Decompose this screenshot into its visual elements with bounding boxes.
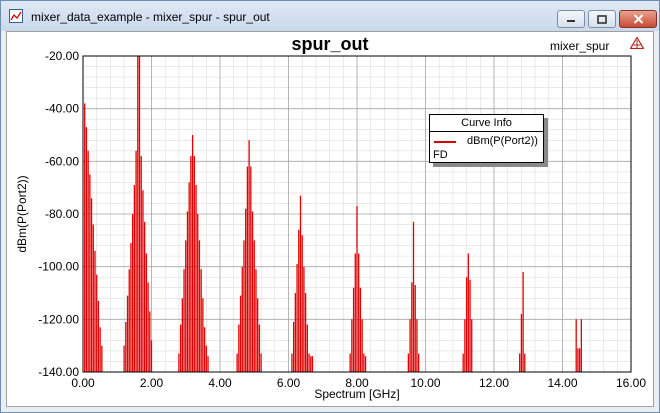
x-tick-label: 6.00: [277, 376, 301, 390]
x-axis-label: Spectrum [GHz]: [314, 387, 399, 401]
x-tick-label: 4.00: [208, 376, 232, 390]
legend-title: Curve Info: [430, 115, 543, 132]
x-tick-label: 2.00: [140, 376, 164, 390]
legend[interactable]: Curve Info dBm(P(Port2)) FD: [429, 114, 544, 163]
y-tick-label: -140.00: [38, 365, 79, 379]
y-tick-label: -80.00: [45, 207, 79, 221]
y-tick-label: -100.00: [38, 260, 79, 274]
x-tick-label: 16.00: [616, 376, 646, 390]
legend-line-swatch: [434, 141, 456, 143]
x-tick-label: 12.00: [479, 376, 509, 390]
x-tick-label: 10.00: [410, 376, 440, 390]
app-window: mixer_data_example - mixer_spur - spur_o…: [0, 0, 660, 413]
y-tick-label: -40.00: [45, 102, 79, 116]
design-name: mixer_spur: [550, 39, 610, 53]
legend-group: FD: [433, 149, 448, 161]
ansys-logo-icon: [630, 37, 644, 49]
y-tick-label: -60.00: [45, 154, 79, 168]
y-axis-label: dBm(P(Port2)): [15, 175, 29, 252]
legend-entry: dBm(P(Port2)): [467, 135, 538, 147]
y-tick-label: -120.00: [38, 312, 79, 326]
x-tick-label: 14.00: [547, 376, 577, 390]
spectrum-chart: 0.00 2.00 4.00 6.00 8.00 10.00 12.00 14.00 16.00…: [15, 49, 646, 401]
